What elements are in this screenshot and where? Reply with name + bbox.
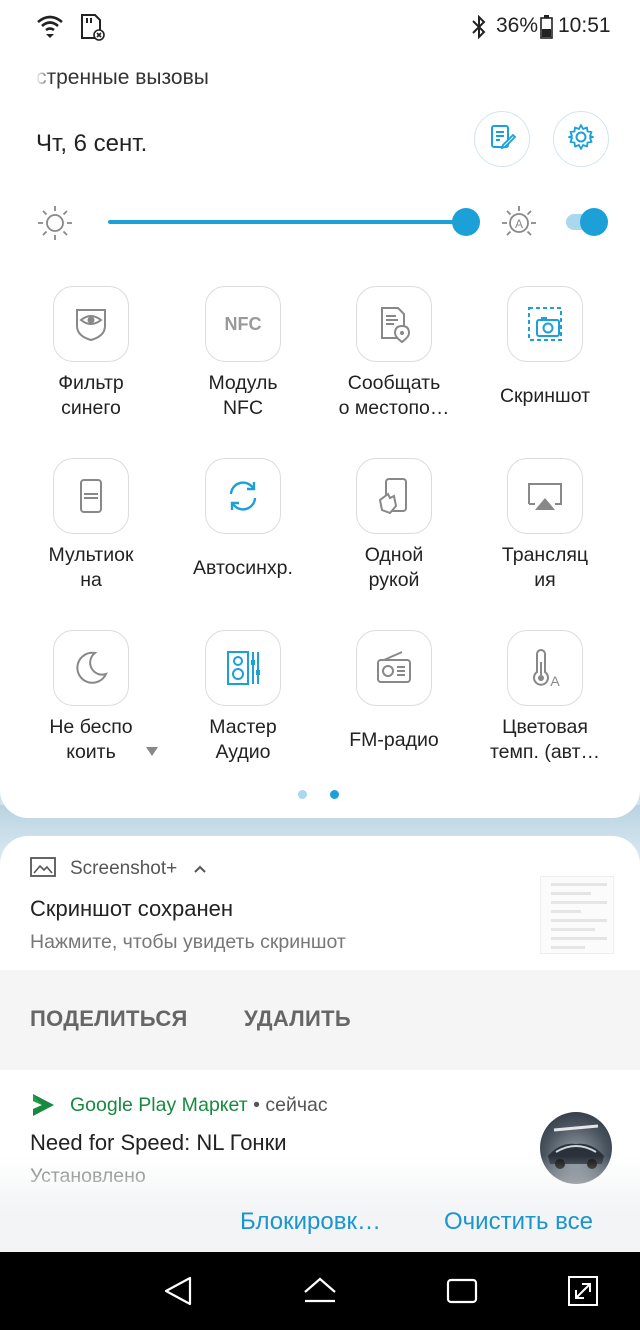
brightness-slider[interactable] bbox=[108, 220, 466, 224]
back-button[interactable] bbox=[162, 1274, 196, 1313]
quick-tile-nfc[interactable]: NFC Модуль NFC bbox=[168, 286, 318, 422]
bluetooth-icon bbox=[470, 14, 488, 45]
chevron-up-icon[interactable] bbox=[193, 858, 207, 879]
brightness-slider-thumb[interactable] bbox=[452, 208, 480, 236]
app-icon bbox=[540, 1112, 612, 1184]
home-button[interactable] bbox=[302, 1274, 338, 1313]
navigation-bar bbox=[0, 1252, 640, 1330]
notification-panel: Screenshot+ Скриншот сохранен Нажмите, ч… bbox=[0, 836, 640, 1252]
block-button[interactable]: Блокировк… bbox=[240, 1208, 381, 1236]
quick-tile-location-report[interactable]: Сообщать о местопо… bbox=[319, 286, 469, 422]
quick-tile-label: Цветовая темп. (авт… bbox=[489, 716, 601, 763]
auto-brightness-toggle-thumb[interactable] bbox=[580, 208, 608, 236]
location-report-icon bbox=[356, 286, 432, 362]
quick-tile-label: Скриншот bbox=[499, 384, 591, 407]
page-indicator-1[interactable] bbox=[298, 790, 307, 799]
quick-settings-panel: 36% 10:51 стренные вызовы Чт, 6 сент. A … bbox=[0, 0, 640, 818]
quick-tile-autosync[interactable]: Автосинхр. bbox=[168, 458, 318, 594]
fm-radio-icon bbox=[356, 630, 432, 706]
quick-tile-audio-wizard[interactable]: Мастер Аудио bbox=[168, 630, 318, 766]
google-play-icon bbox=[30, 1092, 56, 1124]
share-button[interactable]: ПОДЕЛИТЬСЯ bbox=[30, 1006, 188, 1032]
quick-tile-label: FM-радио bbox=[349, 728, 439, 751]
quick-tile-cast[interactable]: Трансляц ия bbox=[470, 458, 620, 594]
screenshot-thumbnail bbox=[540, 876, 614, 954]
recent-apps-button[interactable] bbox=[446, 1274, 478, 1313]
svg-text:NFC: NFC bbox=[225, 314, 262, 334]
nfc-icon: NFC bbox=[205, 286, 281, 362]
screenshot-icon bbox=[507, 286, 583, 362]
battery-icon bbox=[540, 15, 553, 44]
brightness-row: A bbox=[0, 200, 640, 246]
color-temperature-icon: A bbox=[507, 630, 583, 706]
notification-text: Установлено bbox=[30, 1165, 146, 1187]
svg-text:A: A bbox=[550, 673, 560, 688]
audio-wizard-icon bbox=[205, 630, 281, 706]
cast-icon bbox=[507, 458, 583, 534]
date-label: Чт, 6 сент. bbox=[36, 130, 148, 157]
notification-title: Need for Speed: NL Гонки bbox=[30, 1130, 287, 1155]
quick-tile-one-hand[interactable]: Одной рукой bbox=[319, 458, 469, 594]
wifi-icon bbox=[36, 14, 64, 45]
quick-tile-label: Сообщать о местопо… bbox=[338, 372, 450, 419]
quick-tile-label: Автосинхр. bbox=[193, 556, 293, 579]
sd-card-icon bbox=[78, 12, 106, 47]
notification-text: Нажмите, чтобы увидеть скриншот bbox=[30, 931, 346, 953]
clear-all-button[interactable]: Очистить все bbox=[444, 1208, 593, 1236]
do-not-disturb-icon bbox=[53, 630, 129, 706]
delete-button[interactable]: УДАЛИТЬ bbox=[244, 1006, 351, 1032]
edit-icon bbox=[487, 122, 517, 157]
clock: 10:51 bbox=[558, 14, 611, 37]
notification-header: Screenshot+ bbox=[30, 857, 207, 880]
quick-tile-blue-filter[interactable]: Фильтр синего bbox=[16, 286, 166, 422]
image-icon bbox=[30, 856, 56, 884]
quick-tile-screenshot[interactable]: Скриншот bbox=[470, 286, 620, 422]
quick-tile-multiwindow[interactable]: Мультиок на bbox=[16, 458, 166, 594]
blue-filter-icon bbox=[53, 286, 129, 362]
quick-tile-label: Модуль NFC bbox=[208, 372, 278, 419]
quick-tile-label: Одной рукой bbox=[364, 544, 424, 591]
one-hand-icon bbox=[356, 458, 432, 534]
quick-tile-label: Трансляц ия bbox=[501, 544, 589, 591]
notification-title: Скриншот сохранен bbox=[30, 896, 234, 921]
gear-icon bbox=[566, 122, 596, 157]
notification-app-name: Google Play Маркет bbox=[70, 1094, 248, 1116]
quick-tile-fm-radio[interactable]: FM-радио bbox=[319, 630, 469, 766]
auto-brightness-icon: A bbox=[500, 204, 538, 247]
svg-text:A: A bbox=[515, 217, 523, 231]
edit-tiles-button[interactable] bbox=[474, 111, 530, 167]
notification-app-name: Screenshot+ bbox=[70, 858, 178, 879]
autosync-icon bbox=[205, 458, 281, 534]
notification-actions: ПОДЕЛИТЬСЯ УДАЛИТЬ bbox=[0, 970, 640, 1070]
battery-percent: 36% bbox=[496, 14, 539, 37]
settings-button[interactable] bbox=[553, 111, 609, 167]
status-bar: 36% 10:51 bbox=[0, 0, 640, 56]
quick-tile-label: Не беспо коить bbox=[49, 716, 133, 763]
expand-arrow-icon[interactable] bbox=[146, 747, 158, 756]
notification-header: Google Play Маркет • сейчас bbox=[30, 1094, 328, 1117]
screen-resize-button[interactable] bbox=[566, 1274, 600, 1313]
quick-tile-label: Мультиок на bbox=[48, 544, 134, 591]
page-indicator-2[interactable] bbox=[330, 790, 339, 799]
quick-tile-do-not-disturb[interactable]: Не беспо коить bbox=[16, 630, 166, 766]
multiwindow-icon bbox=[53, 458, 129, 534]
quick-tile-label: Фильтр синего bbox=[58, 372, 124, 419]
brightness-icon bbox=[36, 204, 74, 247]
quick-tile-color-temperature[interactable]: A Цветовая темп. (авт… bbox=[470, 630, 620, 766]
carrier-label: стренные вызовы bbox=[36, 66, 209, 89]
quick-tile-label: Мастер Аудио bbox=[209, 716, 277, 763]
notification-time: • сейчас bbox=[253, 1094, 328, 1116]
